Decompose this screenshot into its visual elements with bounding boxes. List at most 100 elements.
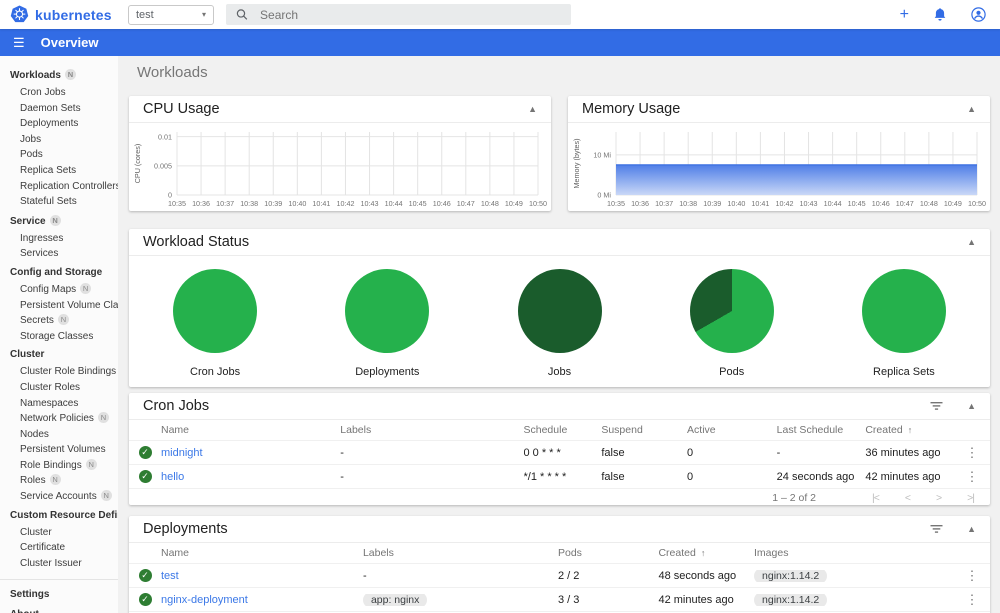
cell-created[interactable]: 36 minutes ago	[865, 446, 941, 459]
sidebar-item-label: Network Policies	[20, 413, 94, 425]
pie-chart[interactable]	[173, 269, 258, 353]
sidebar-section-cluster[interactable]: Cluster	[0, 344, 118, 364]
notifications-bell-icon[interactable]	[933, 7, 947, 22]
sidebar-item-daemon-sets[interactable]: Daemon Sets	[0, 101, 118, 117]
sidebar-section-workloads[interactable]: Workloads N	[0, 64, 118, 85]
collapse-caret-icon[interactable]: ▲	[967, 401, 976, 411]
pagination-range: 1 – 2 of 2	[772, 492, 816, 504]
cell-name[interactable]: test	[161, 570, 179, 582]
menu-hamburger-icon[interactable]: ☰	[13, 35, 25, 51]
column-header-labels[interactable]: Labels	[340, 424, 523, 436]
sidebar-item-label: Persistent Volumes	[20, 444, 106, 456]
sidebar-item-cluster-issuer[interactable]: Cluster Issuer	[0, 556, 118, 572]
content-section-title: Workloads	[137, 64, 208, 81]
column-header-labels[interactable]: Labels	[363, 547, 558, 559]
sidebar-item-persistent-volumes[interactable]: Persistent Volumes	[0, 442, 118, 458]
column-header-last-schedule[interactable]: Last Schedule	[777, 424, 866, 436]
column-header-name[interactable]: Name	[161, 424, 340, 436]
first-page-icon[interactable]: |<	[872, 492, 880, 504]
column-header-name[interactable]: Name	[161, 547, 363, 559]
previous-page-icon[interactable]: <	[905, 492, 911, 504]
svg-text:Memory (bytes): Memory (bytes)	[572, 139, 581, 189]
cell-created[interactable]: 42 minutes ago	[865, 470, 941, 483]
cell-name[interactable]: nginx-deployment	[161, 594, 248, 606]
sidebar-item-label: Secrets	[20, 315, 54, 327]
cell-name[interactable]: hello	[161, 471, 184, 483]
svg-text:10:49: 10:49	[505, 199, 523, 208]
sidebar-item-cluster-role-bindings[interactable]: Cluster Role Bindings	[0, 364, 118, 380]
cpu-usage-chart: 10:35 10:36 10:37 10:38 10:39 10:40 10:41 10:42…	[131, 125, 547, 209]
sidebar-item-replication-controllers[interactable]: Replication Controllers	[0, 179, 118, 195]
collapse-caret-icon[interactable]: ▲	[967, 524, 976, 534]
sidebar-item-storage-classes[interactable]: Storage Classes	[0, 329, 118, 345]
pie-chart[interactable]	[345, 269, 430, 353]
pie-chart[interactable]	[517, 269, 602, 353]
sidebar-item-persistent-volume-claims[interactable]: Persistent Volume ClaimsN	[0, 298, 118, 314]
sidebar-item-secrets[interactable]: Secrets N	[0, 313, 118, 329]
last-page-icon[interactable]: >|	[967, 492, 975, 504]
row-menu-kebab-icon[interactable]: ⋮	[954, 445, 990, 461]
sidebar-item-cluster[interactable]: Cluster	[0, 525, 118, 541]
sidebar-item-roles[interactable]: Roles N	[0, 473, 118, 489]
search-input[interactable]	[260, 7, 561, 22]
column-header-label: Suspend	[601, 424, 643, 436]
svg-text:10:38: 10:38	[240, 199, 258, 208]
sidebar-section-config-and-storage[interactable]: Config and Storage	[0, 262, 118, 282]
create-resource-button[interactable]: +	[900, 6, 909, 23]
sidebar-item-namespaces[interactable]: Namespaces	[0, 396, 118, 412]
svg-text:10:40: 10:40	[727, 199, 745, 208]
sidebar-item-cluster-roles[interactable]: Cluster Roles	[0, 380, 118, 396]
sidebar-section-settings[interactable]: Settings	[0, 584, 118, 604]
pie-chart[interactable]	[689, 269, 774, 353]
column-header-created[interactable]: Created ↑	[658, 547, 754, 559]
cell-created[interactable]: 48 seconds ago	[658, 569, 737, 582]
sidebar-item-services[interactable]: Services	[0, 246, 118, 262]
search-bar[interactable]	[226, 4, 571, 25]
sidebar-item-service-accounts[interactable]: Service Accounts N	[0, 489, 118, 505]
column-header-active[interactable]: Active	[687, 424, 777, 436]
sidebar-item-stateful-sets[interactable]: Stateful Sets	[0, 194, 118, 210]
collapse-caret-icon[interactable]: ▲	[967, 237, 976, 247]
sidebar-item-role-bindings[interactable]: Role Bindings N	[0, 458, 118, 474]
cell-last-schedule[interactable]: 24 seconds ago	[776, 470, 855, 483]
sidebar-item-config-maps[interactable]: Config Maps N	[0, 282, 118, 298]
row-menu-kebab-icon[interactable]: ⋮	[954, 469, 990, 485]
sidebar-section-label: Settings	[10, 589, 50, 601]
next-page-icon[interactable]: >	[936, 492, 942, 504]
column-header-images[interactable]: Images	[754, 547, 954, 559]
svg-text:10:42: 10:42	[775, 199, 793, 208]
sidebar-item-jobs[interactable]: Jobs	[0, 132, 118, 148]
workload-pie-jobs: Jobs	[473, 269, 645, 378]
sidebar-item-replica-sets[interactable]: Replica Sets	[0, 163, 118, 179]
sidebar-item-cron-jobs[interactable]: Cron Jobs	[0, 85, 118, 101]
user-account-icon[interactable]	[971, 7, 986, 22]
cell-suspend: false	[601, 470, 625, 483]
column-header-schedule[interactable]: Schedule	[524, 424, 602, 436]
sidebar-item-label: Nodes	[20, 428, 49, 440]
filter-icon[interactable]	[930, 401, 943, 411]
sidebar-section-service[interactable]: Service N	[0, 210, 118, 231]
sidebar-section-about[interactable]: About	[0, 604, 118, 613]
sidebar-item-certificate[interactable]: Certificate	[0, 540, 118, 556]
row-menu-kebab-icon[interactable]: ⋮	[954, 592, 990, 608]
namespace-selector[interactable]: test ▾	[128, 4, 214, 25]
filter-icon[interactable]	[930, 524, 943, 534]
cell-suspend: false	[601, 446, 625, 459]
collapse-caret-icon[interactable]: ▲	[528, 104, 537, 114]
sidebar-item-deployments[interactable]: Deployments	[0, 116, 118, 132]
cell-last-schedule[interactable]: -	[776, 446, 781, 459]
collapse-caret-icon[interactable]: ▲	[967, 104, 976, 114]
sidebar-item-nodes[interactable]: Nodes	[0, 427, 118, 443]
sidebar-section-custom-resource-definitions[interactable]: Custom Resource Definitions	[0, 505, 118, 525]
column-header-created[interactable]: Created ↑	[865, 424, 954, 436]
cell-name[interactable]: midnight	[161, 447, 203, 459]
row-menu-kebab-icon[interactable]: ⋮	[954, 568, 990, 584]
sidebar-item-pods[interactable]: Pods	[0, 147, 118, 163]
pie-chart[interactable]	[861, 269, 946, 353]
cell-created[interactable]: 42 minutes ago	[658, 593, 734, 606]
column-header-pods[interactable]: Pods	[558, 547, 658, 559]
sidebar-item-network-policies[interactable]: Network Policies N	[0, 411, 118, 427]
column-header-suspend[interactable]: Suspend	[601, 424, 687, 436]
sidebar-item-ingresses[interactable]: Ingresses	[0, 231, 118, 247]
kubernetes-logo[interactable]: kubernetes	[10, 5, 118, 24]
